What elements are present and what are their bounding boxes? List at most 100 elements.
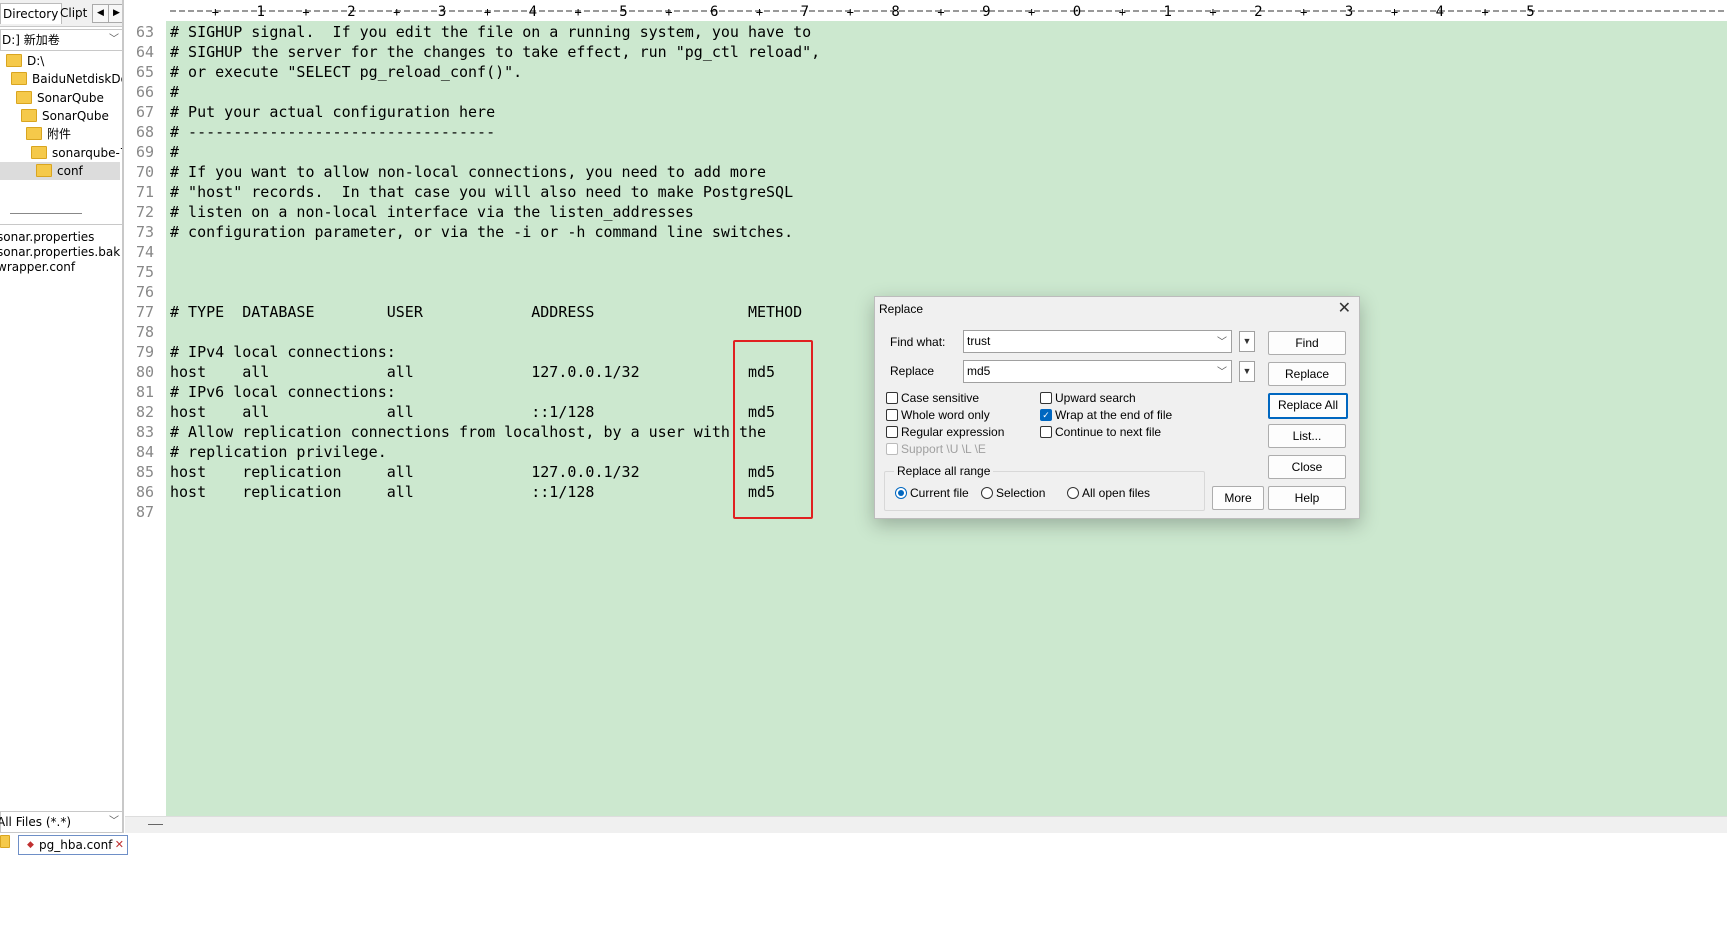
code-line: # <box>170 83 180 101</box>
case-sensitive-checkbox[interactable]: Case sensitive <box>886 390 979 406</box>
whole-word-checkbox[interactable]: Whole word only <box>886 407 990 423</box>
ruler-tick: + <box>756 5 763 19</box>
line-number: 71 <box>135 183 154 201</box>
line-number: 77 <box>135 303 154 321</box>
ruler-label: 5 <box>619 4 627 20</box>
scrollbar-thumb[interactable] <box>148 824 163 825</box>
file-tab-pg-hba[interactable]: ◆ pg_hba.conf ✕ <box>18 835 128 855</box>
code-line: host all all 127.0.0.1/32 md5 <box>170 363 776 381</box>
range-selection-radio[interactable]: Selection <box>981 485 1045 501</box>
line-number: 64 <box>135 43 154 61</box>
file-item[interactable]: wrapper.conf <box>0 260 75 275</box>
tree-item-sonarqube-sub[interactable]: SonarQube <box>21 107 109 125</box>
ruler-tick: + <box>665 5 672 19</box>
checkbox-icon <box>1040 391 1052 404</box>
ruler-tick: + <box>575 5 582 19</box>
ruler-tick: + <box>484 5 491 19</box>
range-current-file-radio[interactable]: Current file <box>895 485 969 501</box>
ruler-label: 6 <box>710 4 718 20</box>
file-browser-panel: Directory Clipt ◀ ▶ D:] 新加卷 ﹀ D:\ BaiduN… <box>0 0 124 941</box>
more-button[interactable]: More <box>1212 486 1264 510</box>
find-options-dropdown[interactable]: ▼ <box>1239 331 1255 352</box>
file-item[interactable]: sonar.properties <box>0 230 94 245</box>
find-input[interactable]: trust ﹀ <box>963 330 1232 353</box>
line-number: 66 <box>135 83 154 101</box>
replace-input[interactable]: md5 ﹀ <box>963 360 1232 383</box>
tab-directory[interactable]: Directory <box>0 3 62 24</box>
radio-icon <box>981 486 993 499</box>
tab-scroll-left-button[interactable]: ◀ <box>92 4 109 23</box>
code-line: # ---------------------------------- <box>170 123 496 141</box>
tree-item-sonarqube[interactable]: SonarQube <box>16 89 104 107</box>
ruler-label: 4 <box>1436 4 1444 20</box>
line-number: 72 <box>135 203 154 221</box>
folder-icon <box>11 72 27 85</box>
ruler-label: 4 <box>529 4 537 20</box>
file-tab-bar <box>0 833 1727 941</box>
checkbox-label: Continue to next file <box>1055 425 1162 439</box>
wrap-around-checkbox[interactable]: ✓ Wrap at the end of file <box>1040 407 1172 423</box>
line-number: 80 <box>135 363 154 381</box>
tree-item-sonarqube-version[interactable]: sonarqube-7. <box>31 144 122 162</box>
file-filter-value: All Files (*.*) <box>0 815 72 829</box>
code-line: host all all ::1/128 md5 <box>170 403 776 421</box>
replace-all-button[interactable]: Replace All <box>1268 393 1348 419</box>
upward-search-checkbox[interactable]: Upward search <box>1040 390 1136 406</box>
horizontal-scrollbar[interactable] <box>125 816 1727 834</box>
replace-options-dropdown[interactable]: ▼ <box>1239 361 1255 382</box>
code-line: # listen on a non-local interface via th… <box>170 203 694 221</box>
radio-label: All open files <box>1082 486 1151 500</box>
list-button[interactable]: List... <box>1268 424 1346 448</box>
chevron-down-icon: ﹀ <box>109 816 119 827</box>
method-column-highlight <box>733 340 813 519</box>
ruler-label: 1 <box>1163 4 1171 20</box>
close-button[interactable]: Close <box>1268 455 1346 479</box>
tab-cliptext[interactable]: Clipt <box>58 3 92 23</box>
folder-icon <box>31 146 47 159</box>
code-line: # IPv4 local connections: <box>170 343 396 361</box>
folder-icon <box>26 127 42 140</box>
checkbox-icon <box>886 391 898 404</box>
drive-select-value: D:] 新加卷 <box>2 33 60 47</box>
pane-splitter[interactable] <box>10 213 82 214</box>
code-line: # SIGHUP signal. If you edit the file on… <box>170 23 812 41</box>
code-line: host replication all ::1/128 md5 <box>170 483 776 501</box>
ruler-tick: + <box>847 5 854 19</box>
tree-item-drive[interactable]: D:\ <box>6 52 44 70</box>
code-line: # or execute "SELECT pg_reload_conf()". <box>170 63 523 81</box>
ruler-graphic: 1 + 2 + 3 + 4 + 5 + 6 + 7 + 8 + 9 + 0 + 1 + 2 + 3 + 4 + 5 + <box>170 4 1727 20</box>
continue-next-file-checkbox[interactable]: Continue to next file <box>1040 424 1161 440</box>
file-item[interactable]: sonar.properties.bak <box>0 245 120 260</box>
replace-button[interactable]: Replace <box>1268 362 1346 386</box>
range-all-open-files-radio[interactable]: All open files <box>1067 485 1150 501</box>
find-button[interactable]: Find <box>1268 331 1346 355</box>
checkbox-icon <box>1040 425 1052 438</box>
code-line: # configuration parameter, or via the -i… <box>170 223 794 241</box>
line-number: 63 <box>135 23 154 41</box>
code-line: # IPv6 local connections: <box>170 383 396 401</box>
folder-icon <box>16 91 32 104</box>
checkbox-label: Regular expression <box>901 425 1005 439</box>
drive-select[interactable]: D:] 新加卷 ﹀ <box>0 29 124 51</box>
tree-item-baidunetdisk[interactable]: BaiduNetdiskDov <box>11 70 122 88</box>
regex-checkbox[interactable]: Regular expression <box>886 424 1004 440</box>
replace-value: md5 <box>967 364 991 378</box>
help-button[interactable]: Help <box>1268 486 1346 510</box>
modified-icon: ◆ <box>27 840 34 850</box>
chevron-down-icon: ﹀ <box>109 34 119 45</box>
radio-label: Current file <box>910 486 969 500</box>
ruler-label: 7 <box>801 4 809 20</box>
checkbox-label: Support \U \L \E <box>901 442 986 456</box>
file-filter-select[interactable]: All Files (*.*) ﹀ <box>0 811 124 833</box>
code-line: # If you want to allow non-local connect… <box>170 163 767 181</box>
file-tab-label: pg_hba.conf <box>39 838 113 852</box>
close-icon[interactable]: ✕ <box>115 836 124 854</box>
tree-item-attachments[interactable]: 附件 <box>26 125 71 143</box>
folder-icon <box>6 54 22 67</box>
column-ruler: 1 +2 +3 +4 +5 +6 +7 +8 +9 +0 +1 +2 +3 +4 +5 + <box>125 0 1727 22</box>
tree-item-conf[interactable]: conf <box>0 162 120 180</box>
close-icon[interactable]: ✕ <box>1338 298 1351 318</box>
radio-icon <box>1067 486 1079 499</box>
directory-tree: D:\ BaiduNetdiskDov SonarQube SonarQube … <box>0 52 122 222</box>
chevron-down-icon: ﹀ <box>1217 367 1227 378</box>
